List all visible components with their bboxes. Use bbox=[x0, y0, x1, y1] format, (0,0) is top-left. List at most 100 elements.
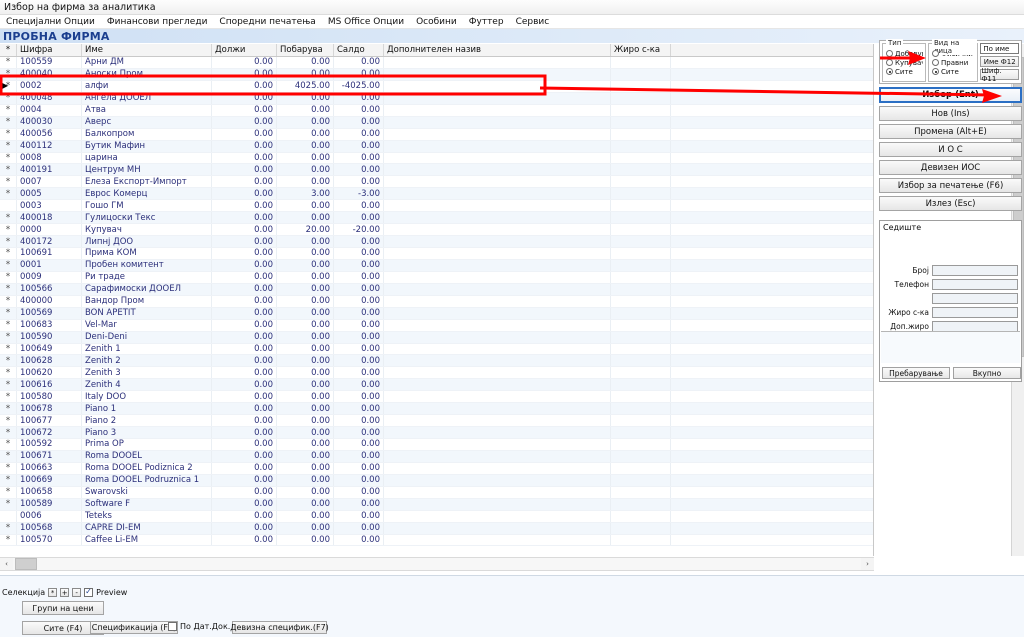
table-row[interactable]: * 100568 CAPRE DI-EM 0.00 0.00 0.00 bbox=[0, 522, 873, 535]
table-row[interactable]: * 400040 Аноски Пром 0.00 0.00 0.00 bbox=[0, 68, 873, 81]
table-row[interactable]: * 400048 Ангела ДООЕЛ 0.00 0.00 0.00 bbox=[0, 92, 873, 105]
table-row[interactable]: * 100677 Piano 2 0.00 0.00 0.00 bbox=[0, 415, 873, 428]
details-input-telefon[interactable] bbox=[932, 279, 1018, 290]
table-row[interactable]: * 100569 BON APETIT 0.00 0.00 0.00 bbox=[0, 307, 873, 320]
table-row[interactable]: * 100671 Roma DOOEL 0.00 0.00 0.00 bbox=[0, 450, 873, 463]
table-row[interactable]: * 100678 Piano 1 0.00 0.00 0.00 bbox=[0, 403, 873, 416]
by-doc-date-checkbox[interactable] bbox=[168, 622, 177, 631]
scroll-right-icon[interactable]: › bbox=[861, 558, 874, 570]
radio-icon[interactable] bbox=[932, 59, 939, 66]
radio-tip-kupuvaci[interactable]: Купувачи bbox=[886, 58, 923, 67]
table-row[interactable]: * 100663 Roma DOOEL Podiznica 2 0.00 0.00 0.0… bbox=[0, 462, 873, 475]
cell-saldo: 0.00 bbox=[334, 236, 384, 247]
total-button[interactable]: Вкупно bbox=[953, 367, 1021, 379]
sort-by-code-button[interactable]: Шиф. Ф11 bbox=[980, 67, 1019, 83]
table-row[interactable]: 0006 Teteks 0.00 0.00 0.00 bbox=[0, 510, 873, 523]
radio-icon-selected[interactable] bbox=[932, 68, 939, 75]
table-row[interactable]: * 400172 Липнј ДОО 0.00 0.00 0.00 bbox=[0, 236, 873, 248]
table-row[interactable]: * 100590 Deni-Deni 0.00 0.00 0.00 bbox=[0, 331, 873, 344]
select-for-print-button[interactable]: Избор за печатење (F6) bbox=[879, 178, 1022, 193]
cell-sifra: 100580 bbox=[17, 391, 82, 403]
table-row[interactable]: * 100620 Zenith 3 0.00 0.00 0.00 bbox=[0, 367, 873, 380]
table-row[interactable]: * 0005 Еврос Комерц 0.00 3.00 -3.00 bbox=[0, 188, 873, 201]
preview-checkbox[interactable] bbox=[84, 587, 94, 597]
details-input-broj[interactable] bbox=[932, 265, 1018, 276]
new-button[interactable]: Нов (Ins) bbox=[879, 106, 1022, 121]
sort-by-name-button[interactable]: Име Ф12 bbox=[980, 56, 1019, 67]
table-row[interactable]: * 400000 Вандор Пром 0.00 0.00 0.00 bbox=[0, 295, 873, 308]
price-groups-button[interactable]: Групи на цени bbox=[22, 601, 104, 615]
menu-item-2[interactable]: Споредни печатења bbox=[213, 17, 321, 27]
table-row[interactable]: ▶ * 0002 алфи 0.00 4025.00 -4025.00 bbox=[0, 80, 873, 93]
radio-tip-site[interactable]: Сите bbox=[886, 67, 923, 76]
column-header-dolzi[interactable]: Должи bbox=[212, 44, 277, 56]
column-header-pobaruva[interactable]: Побарува bbox=[277, 44, 334, 56]
details-input-extra[interactable] bbox=[932, 293, 1018, 304]
selection-plus-button[interactable]: + bbox=[60, 588, 70, 597]
radio-icon[interactable] bbox=[932, 50, 939, 57]
radio-icon[interactable] bbox=[886, 59, 893, 66]
table-row[interactable]: * 0004 Атва 0.00 0.00 0.00 bbox=[0, 104, 873, 117]
table-row[interactable]: * 100570 Caffee Li-EM 0.00 0.00 0.00 bbox=[0, 534, 873, 547]
selection-star-button[interactable]: * bbox=[48, 588, 58, 597]
menu-item-1[interactable]: Финансови прегледи bbox=[101, 17, 214, 27]
table-row[interactable]: * 100589 Software F 0.00 0.00 0.00 bbox=[0, 498, 873, 511]
horizontal-scroll-thumb[interactable] bbox=[15, 558, 37, 570]
menu-item-5[interactable]: Футтер bbox=[463, 17, 510, 27]
radio-icon[interactable] bbox=[886, 50, 893, 57]
table-row[interactable]: * 0007 Елеза Експорт-Импорт 0.00 0.00 0.00 bbox=[0, 176, 873, 189]
radio-vid-site[interactable]: Сите bbox=[932, 67, 975, 76]
menu-item-4[interactable]: Особини bbox=[410, 17, 463, 27]
table-row[interactable]: * 400018 Гулицоски Текс 0.00 0.00 0.00 bbox=[0, 212, 873, 225]
table-row[interactable]: * 100628 Zenith 2 0.00 0.00 0.00 bbox=[0, 355, 873, 368]
column-header-mark[interactable]: * bbox=[0, 44, 17, 56]
table-row[interactable]: * 0009 Ри траде 0.00 0.00 0.00 bbox=[0, 271, 873, 284]
table-row[interactable]: * 100566 Сарафимоски ДООЕЛ 0.00 0.00 0.00 bbox=[0, 283, 873, 296]
ios-button[interactable]: И О С bbox=[879, 142, 1022, 157]
column-header-sifra[interactable]: Шифра bbox=[17, 44, 82, 56]
table-row[interactable]: * 100559 Арни ДМ 0.00 0.00 0.00 bbox=[0, 57, 873, 69]
fx-specification-f7-button[interactable]: Девизна специфик.(F7) bbox=[230, 621, 329, 634]
radio-icon-selected[interactable] bbox=[886, 68, 893, 75]
table-row[interactable]: * 400056 Балкопром 0.00 0.00 0.00 bbox=[0, 128, 873, 141]
table-row[interactable]: * 100672 Piano 3 0.00 0.00 0.00 bbox=[0, 427, 873, 439]
table-row[interactable]: * 400191 Центрум МН 0.00 0.00 0.00 bbox=[0, 164, 873, 177]
menu-item-3[interactable]: MS Office Опции bbox=[322, 17, 410, 27]
grid-body[interactable]: * 100559 Арни ДМ 0.00 0.00 0.00 * 400040 Аноски … bbox=[0, 57, 873, 556]
menu-item-0[interactable]: Специјални Опции bbox=[0, 17, 101, 27]
sort-mode-field[interactable]: По име bbox=[980, 43, 1019, 54]
horizontal-scroll-track[interactable] bbox=[13, 558, 861, 570]
table-row[interactable]: 0003 Гошо ГМ 0.00 0.00 0.00 bbox=[0, 200, 873, 213]
radio-vid-pravni[interactable]: Правни bbox=[932, 58, 975, 67]
selection-minus-button[interactable]: - bbox=[72, 588, 82, 597]
table-row[interactable]: * 0001 Пробен комитент 0.00 0.00 0.00 bbox=[0, 259, 873, 272]
details-input-ziro[interactable] bbox=[932, 307, 1018, 318]
menu-item-6[interactable]: Сервис bbox=[510, 17, 556, 27]
table-row[interactable]: * 100649 Zenith 1 0.00 0.00 0.00 bbox=[0, 343, 873, 356]
cell-dopol bbox=[384, 259, 611, 271]
fx-ios-button[interactable]: Девизен ИОС bbox=[879, 160, 1022, 175]
table-row[interactable]: * 0008 царина 0.00 0.00 0.00 bbox=[0, 152, 873, 165]
table-row[interactable]: * 0000 Купувач 0.00 20.00 -20.00 bbox=[0, 224, 873, 237]
table-row[interactable]: * 400112 Бутик Мафин 0.00 0.00 0.00 bbox=[0, 140, 873, 153]
column-header-ziro[interactable]: Жиро с-ка bbox=[611, 44, 671, 56]
table-row[interactable]: * 100592 Prima OP 0.00 0.00 0.00 bbox=[0, 439, 873, 451]
table-row[interactable]: * 100691 Прима КОМ 0.00 0.00 0.00 bbox=[0, 248, 873, 260]
specification-f3-button[interactable]: Спецификација (F3) bbox=[90, 621, 178, 634]
grid-horizontal-scrollbar[interactable]: ‹ › bbox=[0, 557, 874, 571]
table-row[interactable]: * 100669 Roma DOOEL Podruznica 1 0.00 0.00 0.… bbox=[0, 474, 873, 487]
table-row[interactable]: * 100616 Zenith 4 0.00 0.00 0.00 bbox=[0, 379, 873, 392]
exit-button[interactable]: Излез (Esc) bbox=[879, 196, 1022, 211]
column-header-saldo[interactable]: Салдо bbox=[334, 44, 384, 56]
change-button[interactable]: Промена (Alt+E) bbox=[879, 124, 1022, 139]
table-row[interactable]: * 100580 Italy DOO 0.00 0.00 0.00 bbox=[0, 391, 873, 404]
search-button[interactable]: Пребарување bbox=[882, 367, 950, 379]
table-row[interactable]: * 400030 Аверс 0.00 0.00 0.00 bbox=[0, 116, 873, 129]
select-button[interactable]: Избор (Ent) bbox=[879, 87, 1022, 103]
radio-tip-dobavuvac[interactable]: Добавувач bbox=[886, 49, 923, 58]
scroll-left-icon[interactable]: ‹ bbox=[0, 558, 13, 570]
column-header-dopolnitelen[interactable]: Дополнителен назив bbox=[384, 44, 611, 56]
table-row[interactable]: * 100683 Vel-Mar 0.00 0.00 0.00 bbox=[0, 319, 873, 332]
table-row[interactable]: * 100658 Swarovski 0.00 0.00 0.00 bbox=[0, 486, 873, 499]
column-header-ime[interactable]: Име bbox=[82, 44, 212, 56]
